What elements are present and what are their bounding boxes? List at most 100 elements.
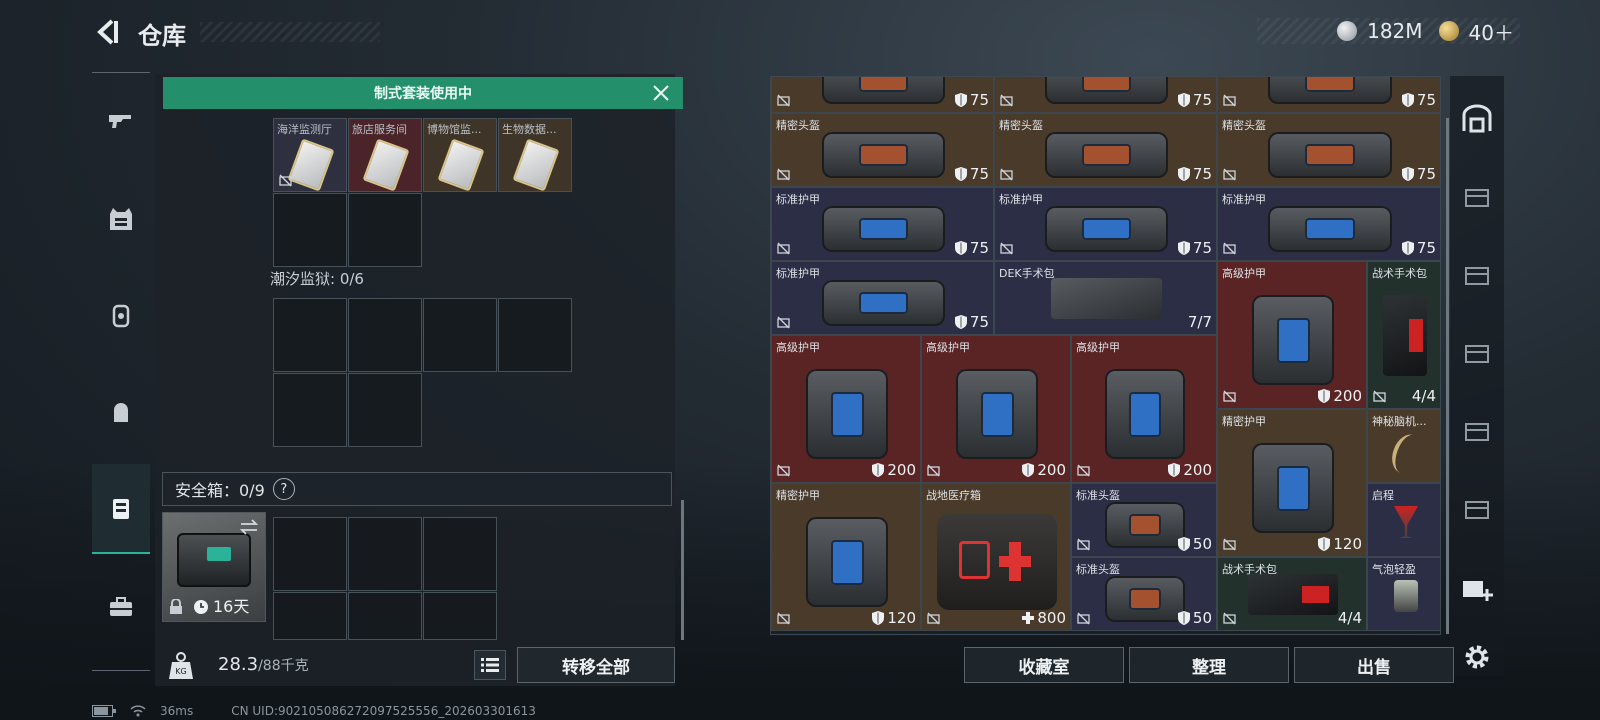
inventory-item[interactable]: 标准护甲 75: [771, 187, 994, 261]
empty-slot[interactable]: [498, 298, 572, 372]
empty-slot[interactable]: [348, 373, 422, 447]
tab-warehouse-6[interactable]: [1450, 474, 1504, 544]
inventory-item[interactable]: 标准护甲 75: [771, 261, 994, 335]
empty-slot[interactable]: [273, 298, 347, 372]
keycard-slot[interactable]: 生物数据...: [498, 118, 572, 192]
tab-vest[interactable]: [92, 184, 150, 254]
collection-room-button[interactable]: 收藏室: [964, 647, 1124, 683]
inventory-item[interactable]: 神秘脑机...: [1367, 409, 1440, 483]
inventory-item[interactable]: 精密护甲 120: [1217, 409, 1367, 557]
item-value: 75: [969, 313, 989, 331]
inventory-item[interactable]: 高级护甲 200: [1071, 335, 1217, 483]
empty-slot[interactable]: [423, 298, 497, 372]
empty-slot[interactable]: [423, 517, 497, 591]
inventory-item[interactable]: 高级护甲 200: [921, 335, 1071, 483]
inventory-item[interactable]: 精密头盔 75: [994, 113, 1217, 187]
tab-backpack[interactable]: [92, 280, 150, 350]
page-title: 仓库: [138, 22, 186, 50]
tab-weapons[interactable]: [92, 86, 150, 156]
tab-warehouse-2[interactable]: [1450, 162, 1504, 232]
help-button[interactable]: ?: [272, 478, 295, 500]
weight-current: 28.3: [218, 654, 259, 675]
item-name: 神秘脑机...: [1372, 415, 1427, 428]
inventory-item[interactable]: 战术手术包 4/4: [1367, 261, 1440, 409]
title-decoration: [200, 22, 380, 42]
item-name: 战地医疗箱: [926, 489, 981, 502]
inventory-item[interactable]: 精密头盔 75: [1217, 113, 1440, 187]
empty-slot[interactable]: [273, 517, 347, 591]
tab-warehouse-all[interactable]: [1450, 84, 1504, 154]
empty-slot[interactable]: [348, 193, 422, 267]
shield-icon: [1177, 241, 1190, 255]
shield-icon: [1401, 167, 1414, 181]
safe-box-item[interactable]: 16天: [162, 512, 266, 622]
warehouse-grid: 75 75 75 精密头盔 75 精密头盔 75 精密头盔 75 标准护甲 75 标准护甲 75 标准护甲…: [770, 76, 1441, 635]
empty-slot[interactable]: [273, 193, 347, 267]
item-value: 75: [1192, 239, 1212, 257]
inventory-item[interactable]: 75: [994, 77, 1217, 113]
armor-icon: [1268, 206, 1392, 252]
item-durability: 75: [1177, 91, 1212, 109]
safe-box-icon: [177, 533, 251, 587]
settings-button[interactable]: [1450, 622, 1504, 692]
inventory-item[interactable]: 75: [1217, 77, 1440, 113]
helmet-icon: [1045, 132, 1168, 178]
inventory-item[interactable]: 标准头盔 50: [1071, 483, 1217, 557]
item-name: 高级护甲: [776, 341, 820, 354]
wifi-icon: [130, 705, 146, 717]
add-storage-button[interactable]: [1450, 552, 1504, 622]
empty-slot[interactable]: [348, 592, 422, 640]
empty-slot[interactable]: [423, 592, 497, 640]
warehouse-scrollbar[interactable]: [1446, 118, 1449, 634]
inventory-item[interactable]: 战地医疗箱 800: [921, 483, 1071, 631]
item-durability: 75: [954, 91, 989, 109]
inventory-item[interactable]: 精密头盔 75: [771, 113, 994, 187]
keycard-slot[interactable]: 旅店服务间: [348, 118, 422, 192]
armor-icon: [805, 517, 889, 607]
empty-slot[interactable]: [273, 592, 347, 640]
banner-close-button[interactable]: [649, 81, 673, 105]
storage-box-icon: [1465, 501, 1489, 519]
tab-toolbox[interactable]: [92, 572, 150, 642]
item-durability: 75: [1401, 91, 1436, 109]
empty-slot[interactable]: [348, 298, 422, 372]
inventory-item[interactable]: 战术手术包 4/4: [1217, 557, 1367, 631]
empty-slot[interactable]: [348, 517, 422, 591]
inventory-item[interactable]: 标准护甲 75: [1217, 187, 1440, 261]
tab-warehouse-5[interactable]: [1450, 396, 1504, 466]
standard-kit-banner: 制式套装使用中: [163, 77, 683, 109]
tab-warehouse-4[interactable]: [1450, 318, 1504, 388]
keycard-slot[interactable]: 海洋监测厅: [273, 118, 347, 192]
sell-button[interactable]: 出售: [1294, 647, 1454, 683]
storage-box-icon: [1465, 345, 1489, 363]
tab-bag[interactable]: [92, 378, 150, 448]
item-durability: 75: [954, 239, 989, 257]
inventory-item[interactable]: 标准护甲 75: [994, 187, 1217, 261]
inventory-item[interactable]: 高级护甲 200: [771, 335, 921, 483]
inventory-item[interactable]: 标准头盔 50: [1071, 557, 1217, 631]
inventory-item[interactable]: 75: [771, 77, 994, 113]
left-scrollbar[interactable]: [681, 500, 684, 640]
gold-coin-value[interactable]: 40＋: [1469, 17, 1514, 46]
inventory-item[interactable]: 启程: [1367, 483, 1440, 557]
inventory-item[interactable]: 精密护甲 120: [771, 483, 921, 631]
inventory-item[interactable]: 气泡轻盈: [1367, 557, 1440, 631]
transfer-all-button[interactable]: 转移全部: [517, 647, 675, 683]
status-bar: 36ms CN UID:902105086272097525556_202603…: [92, 704, 536, 718]
weight-icon: KG: [163, 648, 199, 684]
empty-slot[interactable]: [273, 373, 347, 447]
item-name: 战术手术包: [1222, 563, 1277, 576]
inventory-item[interactable]: 高级护甲 200: [1217, 261, 1367, 409]
item-name: 标准头盔: [1076, 489, 1120, 502]
armor-icon: [1251, 295, 1335, 385]
tab-warehouse-3[interactable]: [1450, 240, 1504, 310]
cocktail-icon: [1394, 506, 1418, 538]
item-value: 75: [1192, 91, 1212, 109]
list-view-button[interactable]: [474, 650, 506, 680]
organize-button[interactable]: 整理: [1129, 647, 1289, 683]
keycard-slot[interactable]: 博物馆监...: [423, 118, 497, 192]
keycard-icon: [437, 138, 485, 192]
tab-safe-box[interactable]: [92, 464, 150, 554]
back-button[interactable]: [90, 14, 124, 50]
inventory-item[interactable]: DEK手术包 7/7: [994, 261, 1217, 335]
